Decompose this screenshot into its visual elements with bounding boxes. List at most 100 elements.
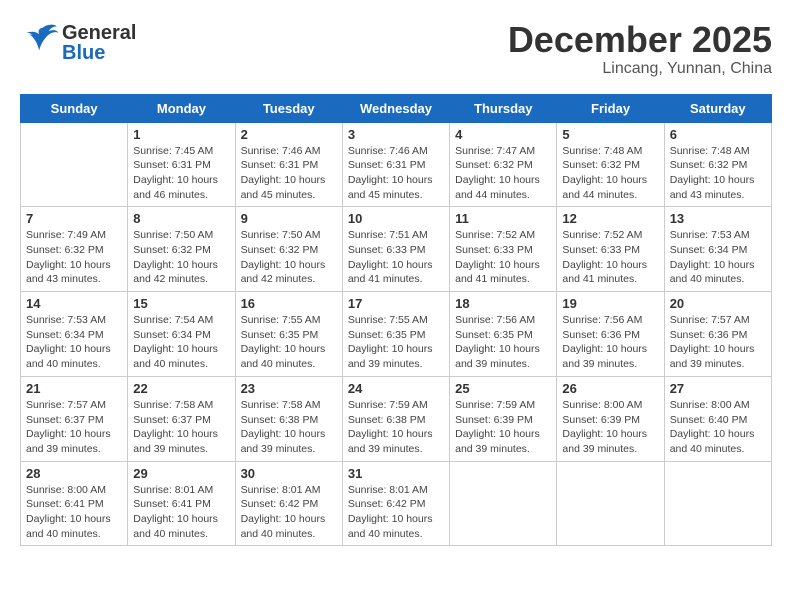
calendar-week-row: 28Sunrise: 8:00 AMSunset: 6:41 PMDayligh… — [21, 461, 772, 546]
calendar-day-cell: 31 Sunrise: 8:01 AMSunset: 6:42 PMDayligh… — [342, 461, 449, 546]
calendar-day-cell: 9 Sunrise: 7:50 AMSunset: 6:32 PMDaylight… — [235, 207, 342, 292]
title-block: December 2025 Lincang, Yunnan, China — [508, 20, 772, 78]
calendar-table: SundayMondayTuesdayWednesdayThursdayFrid… — [20, 94, 772, 547]
calendar-week-row: 1Sunrise: 7:45 AMSunset: 6:31 PMDaylight… — [21, 122, 772, 207]
day-details: Sunrise: 7:55 AMSunset: 6:35 PMDaylight:… — [348, 313, 444, 372]
day-number: 5 — [562, 127, 658, 142]
day-details: Sunrise: 7:52 AMSunset: 6:33 PMDaylight:… — [562, 228, 658, 287]
day-number: 6 — [670, 127, 766, 142]
calendar-week-row: 14 Sunrise: 7:53 AMSunset: 6:34 PMDayligh… — [21, 292, 772, 377]
day-details: Sunrise: 7:59 AMSunset: 6:39 PMDaylight:… — [455, 398, 551, 457]
location-text: Lincang, Yunnan, China — [508, 60, 772, 78]
day-details: Sunrise: 7:47 AMSunset: 6:32 PMDaylight:… — [455, 144, 551, 203]
calendar-day-cell: 27Sunrise: 8:00 AMSunset: 6:40 PMDayligh… — [664, 376, 771, 461]
day-details: Sunrise: 7:57 AMSunset: 6:37 PMDaylight:… — [26, 398, 122, 457]
calendar-day-cell: 1Sunrise: 7:45 AMSunset: 6:31 PMDaylight… — [128, 122, 235, 207]
logo-icon — [20, 20, 60, 65]
day-number: 9 — [241, 211, 337, 226]
day-number: 25 — [455, 381, 551, 396]
calendar-day-cell: 22 Sunrise: 7:58 AMSunset: 6:37 PMDayligh… — [128, 376, 235, 461]
calendar-day-cell — [664, 461, 771, 546]
day-details: Sunrise: 7:58 AMSunset: 6:38 PMDaylight:… — [241, 398, 337, 457]
calendar-week-row: 21 Sunrise: 7:57 AMSunset: 6:37 PMDayligh… — [21, 376, 772, 461]
calendar-day-cell: 29Sunrise: 8:01 AMSunset: 6:41 PMDayligh… — [128, 461, 235, 546]
calendar-day-cell: 4 Sunrise: 7:47 AMSunset: 6:32 PMDaylight… — [450, 122, 557, 207]
calendar-day-cell: 10 Sunrise: 7:51 AMSunset: 6:33 PMDayligh… — [342, 207, 449, 292]
calendar-day-cell — [450, 461, 557, 546]
day-details: Sunrise: 7:55 AMSunset: 6:35 PMDaylight:… — [241, 313, 337, 372]
day-number: 1 — [133, 127, 229, 142]
calendar-day-cell — [21, 122, 128, 207]
day-number: 28 — [26, 466, 122, 481]
calendar-day-cell: 23 Sunrise: 7:58 AMSunset: 6:38 PMDayligh… — [235, 376, 342, 461]
calendar-week-row: 7 Sunrise: 7:49 AMSunset: 6:32 PMDaylight… — [21, 207, 772, 292]
logo-blue-text: Blue — [62, 43, 136, 63]
calendar-day-header: Tuesday — [235, 94, 342, 122]
calendar-day-cell — [557, 461, 664, 546]
day-details: Sunrise: 7:56 AMSunset: 6:35 PMDaylight:… — [455, 313, 551, 372]
day-number: 20 — [670, 296, 766, 311]
day-number: 22 — [133, 381, 229, 396]
calendar-day-cell: 8 Sunrise: 7:50 AMSunset: 6:32 PMDaylight… — [128, 207, 235, 292]
calendar-day-cell: 15 Sunrise: 7:54 AMSunset: 6:34 PMDayligh… — [128, 292, 235, 377]
day-number: 31 — [348, 466, 444, 481]
day-details: Sunrise: 8:01 AMSunset: 6:42 PMDaylight:… — [241, 483, 337, 542]
day-number: 10 — [348, 211, 444, 226]
day-number: 27 — [670, 381, 766, 396]
day-number: 12 — [562, 211, 658, 226]
day-number: 8 — [133, 211, 229, 226]
calendar-day-cell: 6 Sunrise: 7:48 AMSunset: 6:32 PMDaylight… — [664, 122, 771, 207]
calendar-day-cell: 17 Sunrise: 7:55 AMSunset: 6:35 PMDayligh… — [342, 292, 449, 377]
day-details: Sunrise: 7:57 AMSunset: 6:36 PMDaylight:… — [670, 313, 766, 372]
day-details: Sunrise: 7:48 AMSunset: 6:32 PMDaylight:… — [670, 144, 766, 203]
day-details: Sunrise: 7:50 AMSunset: 6:32 PMDaylight:… — [241, 228, 337, 287]
calendar-day-cell: 28Sunrise: 8:00 AMSunset: 6:41 PMDayligh… — [21, 461, 128, 546]
calendar-day-cell: 13 Sunrise: 7:53 AMSunset: 6:34 PMDayligh… — [664, 207, 771, 292]
logo-general-text: General — [62, 23, 136, 43]
day-details: Sunrise: 7:46 AMSunset: 6:31 PMDaylight:… — [348, 144, 444, 203]
day-details: Sunrise: 8:01 AMSunset: 6:41 PMDaylight:… — [133, 483, 229, 542]
calendar-day-cell: 20 Sunrise: 7:57 AMSunset: 6:36 PMDayligh… — [664, 292, 771, 377]
day-number: 15 — [133, 296, 229, 311]
calendar-day-cell: 16Sunrise: 7:55 AMSunset: 6:35 PMDayligh… — [235, 292, 342, 377]
day-details: Sunrise: 7:49 AMSunset: 6:32 PMDaylight:… — [26, 228, 122, 287]
calendar-day-cell: 7 Sunrise: 7:49 AMSunset: 6:32 PMDaylight… — [21, 207, 128, 292]
day-number: 30 — [241, 466, 337, 481]
calendar-day-header: Wednesday — [342, 94, 449, 122]
calendar-day-header: Saturday — [664, 94, 771, 122]
day-details: Sunrise: 7:50 AMSunset: 6:32 PMDaylight:… — [133, 228, 229, 287]
day-details: Sunrise: 8:01 AMSunset: 6:42 PMDaylight:… — [348, 483, 444, 542]
day-details: Sunrise: 7:53 AMSunset: 6:34 PMDaylight:… — [670, 228, 766, 287]
day-number: 23 — [241, 381, 337, 396]
calendar-day-cell: 18 Sunrise: 7:56 AMSunset: 6:35 PMDayligh… — [450, 292, 557, 377]
calendar-day-cell: 30 Sunrise: 8:01 AMSunset: 6:42 PMDayligh… — [235, 461, 342, 546]
calendar-day-header: Friday — [557, 94, 664, 122]
day-number: 13 — [670, 211, 766, 226]
calendar-day-cell: 12 Sunrise: 7:52 AMSunset: 6:33 PMDayligh… — [557, 207, 664, 292]
day-number: 3 — [348, 127, 444, 142]
day-details: Sunrise: 7:46 AMSunset: 6:31 PMDaylight:… — [241, 144, 337, 203]
day-number: 4 — [455, 127, 551, 142]
day-number: 17 — [348, 296, 444, 311]
day-number: 18 — [455, 296, 551, 311]
day-details: Sunrise: 8:00 AMSunset: 6:39 PMDaylight:… — [562, 398, 658, 457]
calendar-header-row: SundayMondayTuesdayWednesdayThursdayFrid… — [21, 94, 772, 122]
day-number: 2 — [241, 127, 337, 142]
day-number: 14 — [26, 296, 122, 311]
day-number: 26 — [562, 381, 658, 396]
day-details: Sunrise: 7:59 AMSunset: 6:38 PMDaylight:… — [348, 398, 444, 457]
day-number: 24 — [348, 381, 444, 396]
day-number: 7 — [26, 211, 122, 226]
day-number: 21 — [26, 381, 122, 396]
day-number: 11 — [455, 211, 551, 226]
day-details: Sunrise: 7:53 AMSunset: 6:34 PMDaylight:… — [26, 313, 122, 372]
calendar-day-cell: 2 Sunrise: 7:46 AMSunset: 6:31 PMDaylight… — [235, 122, 342, 207]
day-details: Sunrise: 7:56 AMSunset: 6:36 PMDaylight:… — [562, 313, 658, 372]
day-details: Sunrise: 7:58 AMSunset: 6:37 PMDaylight:… — [133, 398, 229, 457]
day-details: Sunrise: 7:51 AMSunset: 6:33 PMDaylight:… — [348, 228, 444, 287]
day-details: Sunrise: 7:54 AMSunset: 6:34 PMDaylight:… — [133, 313, 229, 372]
calendar-day-cell: 14 Sunrise: 7:53 AMSunset: 6:34 PMDayligh… — [21, 292, 128, 377]
calendar-day-cell: 19Sunrise: 7:56 AMSunset: 6:36 PMDayligh… — [557, 292, 664, 377]
calendar-day-header: Monday — [128, 94, 235, 122]
calendar-day-cell: 25 Sunrise: 7:59 AMSunset: 6:39 PMDayligh… — [450, 376, 557, 461]
